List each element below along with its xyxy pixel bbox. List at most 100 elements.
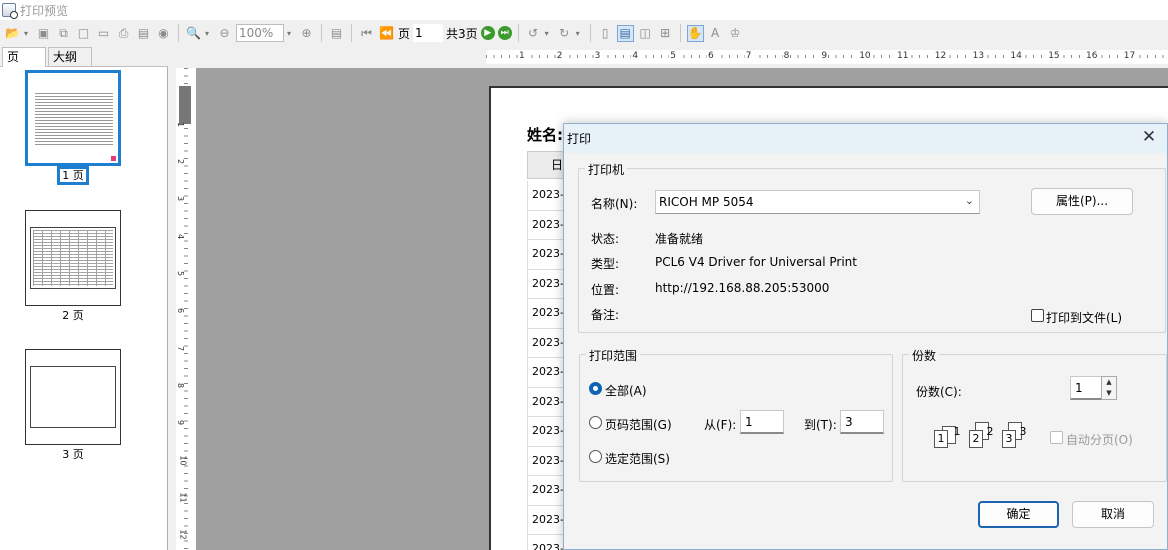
page-thumbnail-2[interactable] xyxy=(25,210,121,306)
ruler-number: 3 xyxy=(176,195,186,202)
single-page-view-icon[interactable]: ▯ xyxy=(597,25,614,42)
range-pages-label[interactable]: 页码范围(G) xyxy=(605,416,672,433)
ruler-number: 6 xyxy=(176,307,186,314)
print-to-file-label[interactable]: 打印到文件(L) xyxy=(1046,309,1122,326)
cancel-button[interactable]: 取消 xyxy=(1072,501,1154,528)
printer-select[interactable]: RICOH MP 5054 ⌄ xyxy=(655,190,980,214)
location-label: 位置: xyxy=(591,283,620,297)
export-icon[interactable]: ▤ xyxy=(135,25,152,42)
preview-title-text: 姓名: xyxy=(527,126,563,144)
text-select-icon[interactable]: A xyxy=(707,25,724,42)
window-title: 打印预览 xyxy=(20,3,69,18)
horizontal-ruler: 1 2 3 4 5 6 7 8 9 10 11 12 13 14 15 16 17 xyxy=(486,50,1168,64)
multi-page-view-icon[interactable]: ⊞ xyxy=(657,25,674,42)
current-page-marker xyxy=(111,156,116,161)
range-selection-radio[interactable] xyxy=(589,450,602,463)
back-icon[interactable]: ↺ xyxy=(525,25,542,42)
to-label: 到(T): xyxy=(804,418,837,432)
type-label: 类型: xyxy=(591,257,620,271)
ruler-number: 9 xyxy=(820,50,829,62)
to-page-input[interactable]: 3 xyxy=(840,410,884,434)
toolbar-separator xyxy=(517,24,519,42)
range-pages-radio[interactable] xyxy=(589,416,602,429)
page-label: 页 xyxy=(398,26,411,41)
collate-checkbox[interactable] xyxy=(1050,431,1063,444)
open-dropdown-icon[interactable]: ▾ xyxy=(24,29,32,38)
collate-sheet-number: 1 xyxy=(953,425,961,438)
ruler-number: 1 xyxy=(518,50,526,62)
close-icon[interactable]: ✕ xyxy=(1139,127,1159,147)
forward-dropdown-icon[interactable]: ▾ xyxy=(576,29,584,38)
thumbnail-content xyxy=(30,366,116,428)
copies-input[interactable]: 1 xyxy=(1070,376,1102,400)
dialog-titlebar: 打印 ✕ xyxy=(564,124,1167,153)
tab-outline[interactable]: 大纲 xyxy=(48,47,92,67)
ruler-number: 2 xyxy=(176,158,186,165)
ruler-number: 4 xyxy=(631,50,640,62)
ruler-number: 10 xyxy=(178,455,188,466)
open-folder-icon[interactable]: 📂 xyxy=(4,25,21,42)
chevron-up-icon[interactable]: ▲ xyxy=(1102,377,1116,388)
window-titlebar: 打印预览 xyxy=(0,0,1168,20)
range-all-radio[interactable] xyxy=(589,382,602,395)
collate-label: 自动分页(O) xyxy=(1066,433,1133,447)
ruler-number: 5 xyxy=(176,270,186,277)
ruler-number: 11 xyxy=(178,492,188,503)
continuous-view-icon[interactable]: ▤ xyxy=(616,24,634,42)
tab-pages[interactable]: 页 xyxy=(2,47,46,67)
ok-button[interactable]: 确定 xyxy=(978,501,1059,528)
page-icon[interactable]: □ xyxy=(75,25,92,42)
copy-icon[interactable]: ⧉ xyxy=(55,25,72,42)
range-selection-label[interactable]: 选定范围(S) xyxy=(605,450,670,467)
zoom-dropdown-icon[interactable]: ▾ xyxy=(205,29,213,38)
print-dialog: 打印 ✕ 打印机 名称(N): RICOH MP 5054 ⌄ 属性(P)...… xyxy=(563,123,1168,550)
ruler-number: 2 xyxy=(555,50,564,62)
toolbar-separator xyxy=(178,24,179,42)
vertical-ruler: 1 2 3 4 5 6 7 8 9 10 11 12 xyxy=(176,68,196,550)
ruler-margin-handle[interactable] xyxy=(179,86,191,124)
first-page-icon[interactable]: ⏮ xyxy=(358,25,375,42)
printer-group-title: 打印机 xyxy=(585,161,628,178)
new-page-icon[interactable]: ▭ xyxy=(95,25,112,42)
range-all-label[interactable]: 全部(A) xyxy=(605,382,647,399)
zoom-icon[interactable]: 🔍 xyxy=(185,25,202,42)
from-page-input[interactable]: 1 xyxy=(740,410,784,434)
ruler-number: 1 xyxy=(176,121,186,128)
copies-group-title: 份数 xyxy=(909,347,940,364)
location-value: http://192.168.88.205:53000 xyxy=(655,281,830,295)
hand-tool-icon[interactable]: ✋ xyxy=(686,24,704,42)
properties-button[interactable]: 属性(P)... xyxy=(1031,188,1133,215)
status-value: 准备就绪 xyxy=(655,232,704,246)
save-icon[interactable]: ▣ xyxy=(35,25,52,42)
two-page-view-icon[interactable]: ◫ xyxy=(637,25,654,42)
previous-page-icon[interactable]: ⏪ xyxy=(378,25,395,42)
page-thumbnail-label-1: 1 页 xyxy=(25,166,121,185)
next-page-icon[interactable]: ▶ xyxy=(480,26,495,40)
forward-icon[interactable]: ↻ xyxy=(556,25,573,42)
page-thumbnail-1[interactable] xyxy=(25,70,121,166)
page-thumbnail-3[interactable] xyxy=(25,349,121,445)
zoom-input[interactable]: 100% xyxy=(236,24,284,42)
print-preview-icon xyxy=(2,3,18,19)
zoom-out-icon[interactable]: ⊖ xyxy=(216,25,233,42)
back-dropdown-icon[interactable]: ▾ xyxy=(545,29,553,38)
find-icon[interactable]: ♔ xyxy=(727,25,744,42)
print-to-file-checkbox[interactable] xyxy=(1031,309,1044,322)
ruler-number: 9 xyxy=(176,419,186,426)
chevron-down-icon[interactable]: ▼ xyxy=(1102,388,1116,399)
collate-sheet: 3 xyxy=(1002,430,1016,448)
thumbnail-toggle-icon[interactable]: ▤ xyxy=(328,25,345,42)
from-label: 从(F): xyxy=(704,418,737,432)
stop-icon[interactable]: ◉ xyxy=(155,25,172,42)
print-icon[interactable]: ⎙ xyxy=(115,25,132,42)
zoom-value-dropdown-icon[interactable]: ▾ xyxy=(287,29,295,38)
page-thumbnail-label-3: 3 页 xyxy=(62,448,84,461)
copies-stepper[interactable]: ▲ ▼ xyxy=(1101,376,1117,400)
zoom-in-icon[interactable]: ⊕ xyxy=(298,25,315,42)
ruler-number: 12 xyxy=(178,529,188,540)
page-number-input[interactable]: 1 xyxy=(413,24,444,42)
collate-illustration: 1 1 2 2 3 3 xyxy=(933,422,1033,452)
collate-sheet: 2 xyxy=(969,430,983,448)
last-page-icon[interactable]: ⏭ xyxy=(497,26,512,40)
chevron-down-icon: ⌄ xyxy=(964,194,974,207)
